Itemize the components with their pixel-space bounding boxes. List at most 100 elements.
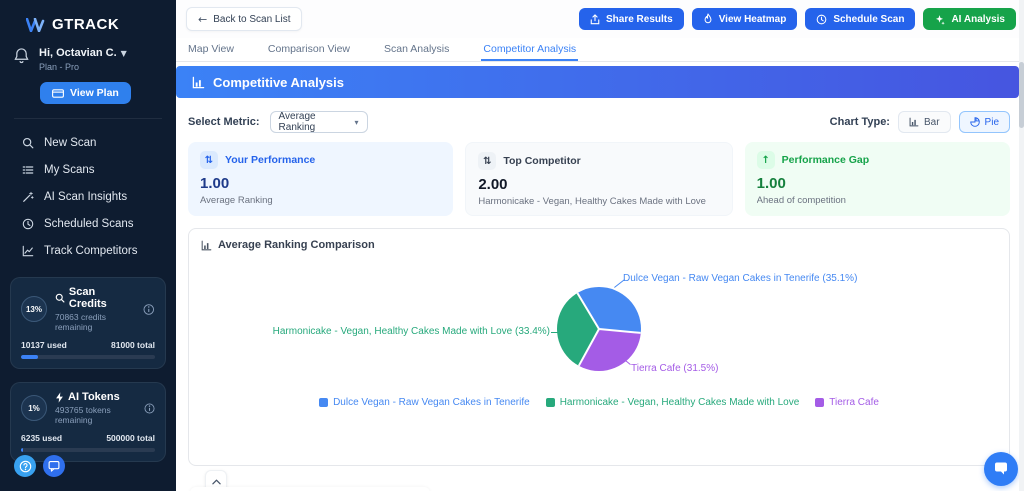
pie-separator	[598, 328, 641, 334]
competitive-analysis-banner: Competitive Analysis	[176, 66, 1019, 98]
chart-title: Average Ranking Comparison	[201, 239, 375, 251]
user-greeting[interactable]: Hi, Octavian C. ▼	[39, 47, 127, 59]
wand-sparkles-icon	[23, 191, 34, 202]
chevron-down-icon: ▼	[120, 48, 127, 58]
sidebar-footer	[14, 455, 65, 477]
tab-bar: Map View Comparison View Scan Analysis C…	[176, 38, 1024, 62]
performance-gap-subtitle: Ahead of competition	[756, 195, 846, 206]
view-heatmap-button[interactable]: View Heatmap	[691, 8, 798, 30]
search-icon	[55, 293, 65, 303]
page-title: Competitive Analysis	[213, 74, 345, 90]
bar-chart-icon	[192, 76, 205, 88]
sidebar-item-my-scans[interactable]: My Scans	[0, 156, 176, 183]
chart-type-pie-button[interactable]: Pie	[958, 111, 1010, 133]
performance-gap-card: ↑ Performance Gap 1.00 Ahead of competiti…	[744, 142, 1010, 216]
sidebar-item-scheduled-scans[interactable]: Scheduled Scans	[0, 210, 176, 237]
ai-tokens-used: 6235 used	[21, 433, 63, 443]
brand-name: GTRACK	[52, 16, 120, 33]
card-icon	[52, 88, 64, 98]
sort-arrows-icon: ⇅	[478, 152, 497, 170]
clock-icon	[22, 218, 34, 229]
help-button[interactable]	[14, 455, 36, 477]
chevron-down-icon: ▾	[354, 117, 359, 127]
question-icon	[19, 460, 31, 472]
user-plan: Plan - Pro	[39, 62, 80, 72]
ai-analysis-button[interactable]: AI Analysis	[923, 8, 1016, 30]
chart-type-bar-button[interactable]: Bar	[897, 111, 951, 133]
ai-tokens-total: 500000 total	[106, 433, 155, 443]
ai-tokens-progress	[21, 448, 155, 452]
tab-comparison-view[interactable]: Comparison View	[266, 38, 352, 61]
metric-select[interactable]: Average Ranking ▾	[269, 111, 368, 133]
share-results-button[interactable]: Share Results	[578, 8, 684, 30]
your-performance-card: ⇅ Your Performance 1.00 Average Ranking	[188, 142, 454, 216]
legend-item-tierra-cafe[interactable]: Tierra Cafe	[815, 397, 879, 408]
legend-item-dulce-vegan[interactable]: Dulce Vegan - Raw Vegan Cakes in Tenerif…	[319, 397, 530, 408]
sidebar: GTRACK Hi, Octavian C. ▼ Plan - Pro View …	[0, 0, 176, 491]
tab-scan-analysis[interactable]: Scan Analysis	[382, 38, 451, 61]
trend-chart-icon	[22, 245, 34, 256]
clock-icon	[816, 14, 827, 24]
view-plan-button[interactable]: View Plan	[40, 82, 131, 104]
search-icon	[22, 137, 34, 148]
top-competitor-value: 2.00	[478, 176, 508, 193]
chat-icon	[48, 460, 60, 472]
gtrack-logo-icon	[26, 17, 45, 32]
chart-card: Average Ranking Comparison Dulce Vegan -…	[188, 228, 1010, 466]
pie-separator	[576, 292, 600, 330]
legend-item-harmonicake[interactable]: Harmonicake - Vegan, Healthy Cakes Made …	[545, 397, 799, 408]
chart-controls: Select Metric: Average Ranking ▾ Chart T…	[188, 110, 1010, 134]
schedule-scan-button[interactable]: Schedule Scan	[805, 8, 916, 30]
flame-icon	[704, 13, 712, 24]
ai-tokens-progress-fill	[21, 448, 23, 452]
bar-chart-icon	[201, 240, 212, 250]
chart-type-toggle: Chart Type: Bar Pie	[830, 111, 1010, 133]
zap-icon	[56, 391, 63, 403]
main-content: ← Back to Scan List Share Results View H…	[176, 0, 1024, 491]
pie-chart-icon	[969, 117, 980, 127]
topbar: ← Back to Scan List Share Results View H…	[176, 0, 1024, 38]
sidebar-divider	[14, 118, 162, 119]
pie-separator	[577, 328, 600, 367]
legend-swatch	[545, 398, 555, 407]
list-icon	[22, 165, 34, 174]
pie-chart[interactable]	[557, 287, 641, 371]
topbar-actions: Share Results View Heatmap Schedule Scan…	[578, 8, 1016, 30]
user-section: Hi, Octavian C. ▼ Plan - Pro	[0, 33, 176, 72]
bottom-panel	[190, 487, 430, 491]
info-icon[interactable]	[143, 303, 155, 316]
scan-credits-card: 13% Scan Credits 70863 credits remaining…	[10, 277, 166, 369]
bell-icon[interactable]	[14, 47, 29, 64]
tab-map-view[interactable]: Map View	[186, 38, 236, 61]
ai-tokens-card: 1% AI Tokens 493765 tokens remaining 623…	[10, 382, 166, 462]
your-performance-subtitle: Average Ranking	[200, 195, 273, 206]
arrow-up-icon: ↑	[756, 151, 775, 169]
tab-competitor-analysis[interactable]: Competitor Analysis	[481, 38, 579, 61]
top-competitor-card: ⇅ Top Competitor 2.00 Harmonicake - Vegan…	[465, 142, 733, 216]
scan-credits-progress	[21, 355, 155, 359]
scrollbar-thumb[interactable]	[1019, 62, 1024, 128]
legend-swatch	[815, 398, 825, 407]
share-icon	[590, 13, 600, 24]
legend-swatch	[319, 398, 329, 407]
chat-widget-button[interactable]	[984, 452, 1018, 486]
sidebar-item-new-scan[interactable]: New Scan	[0, 129, 176, 156]
sidebar-item-ai-scan-insights[interactable]: AI Scan Insights	[0, 183, 176, 210]
sidebar-menu: New Scan My Scans AI Scan Insights Sched…	[0, 129, 176, 264]
scan-credits-remaining: 70863 credits remaining	[55, 312, 107, 332]
feedback-button[interactable]	[43, 455, 65, 477]
sidebar-item-track-competitors[interactable]: Track Competitors	[0, 237, 176, 264]
scrollbar	[1019, 0, 1024, 491]
app-window: GTRACK Hi, Octavian C. ▼ Plan - Pro View …	[0, 0, 1024, 491]
your-performance-value: 1.00	[200, 175, 230, 192]
info-icon[interactable]	[144, 402, 155, 415]
scan-credits-used: 10137 used	[21, 340, 67, 350]
back-to-scan-list-button[interactable]: ← Back to Scan List	[186, 7, 303, 31]
pie-label-harmonicake: Harmonicake - Vegan, Healthy Cakes Made …	[272, 326, 550, 337]
scan-credits-progress-fill	[21, 355, 38, 359]
stat-cards: ⇅ Your Performance 1.00 Average Ranking ⇅…	[188, 142, 1010, 216]
brand: GTRACK	[0, 0, 176, 33]
sort-arrows-icon: ⇅	[200, 151, 218, 169]
performance-gap-value: 1.00	[756, 175, 786, 192]
chart-legend: Dulce Vegan - Raw Vegan Cakes in Tenerif…	[189, 397, 1009, 408]
